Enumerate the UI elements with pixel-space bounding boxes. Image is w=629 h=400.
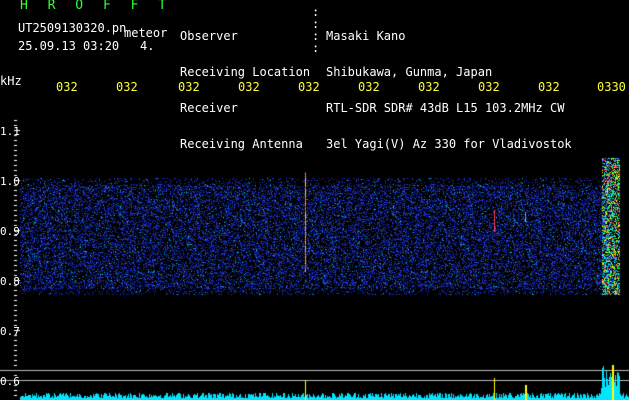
time-tick-label: 032 — [298, 80, 320, 94]
time-tick-label: 032 — [178, 80, 200, 94]
time-tick-label: 032 — [538, 80, 560, 94]
datetime-label: 25.09.13 03:20 — [18, 39, 120, 53]
time-tick-label: 032 — [358, 80, 380, 94]
filename-label: UT2509130320.pn — [18, 21, 127, 35]
unit-label: kHz — [0, 74, 22, 88]
info-colons: :::: — [312, 5, 320, 55]
time-tick-label: 0330 — [597, 80, 626, 94]
info-value-receiver: RTL-SDR SDR# 43dB L15 103.2MHz CW — [326, 101, 565, 115]
event-type-label: meteor — [124, 26, 168, 40]
freq-tick-label: 0.9 — [0, 225, 20, 238]
time-tick-label: 032 — [238, 80, 260, 94]
app-title: H R O F F T — [20, 0, 173, 13]
info-label-receiver: Receiver — [180, 101, 238, 115]
info-value-antenna: 3el Yagi(V) Az 330 for Vladivostok — [326, 137, 572, 151]
freq-tick-label: 0.7 — [0, 325, 20, 338]
info-value-observer: Masaki Kano — [326, 29, 406, 43]
time-tick-label: 032 — [116, 80, 138, 94]
freq-tick-label: 1.1 — [0, 125, 20, 138]
freq-tick-label: 0.8 — [0, 275, 20, 288]
time-tick-label: 032 — [418, 80, 440, 94]
freq-tick-label: 1.0 — [0, 175, 20, 188]
info-label-antenna: Receiving Antenna — [180, 137, 303, 151]
freq-tick-label: 0.6 — [0, 375, 20, 388]
info-label-observer: Observer — [180, 29, 238, 43]
count-label: 4. — [140, 39, 155, 53]
time-tick-label: 032 — [56, 80, 78, 94]
info-label-location: Receiving Location — [180, 65, 311, 79]
time-tick-label: 032 — [478, 80, 500, 94]
info-value-location: Shibukawa, Gunma, Japan — [326, 65, 493, 79]
